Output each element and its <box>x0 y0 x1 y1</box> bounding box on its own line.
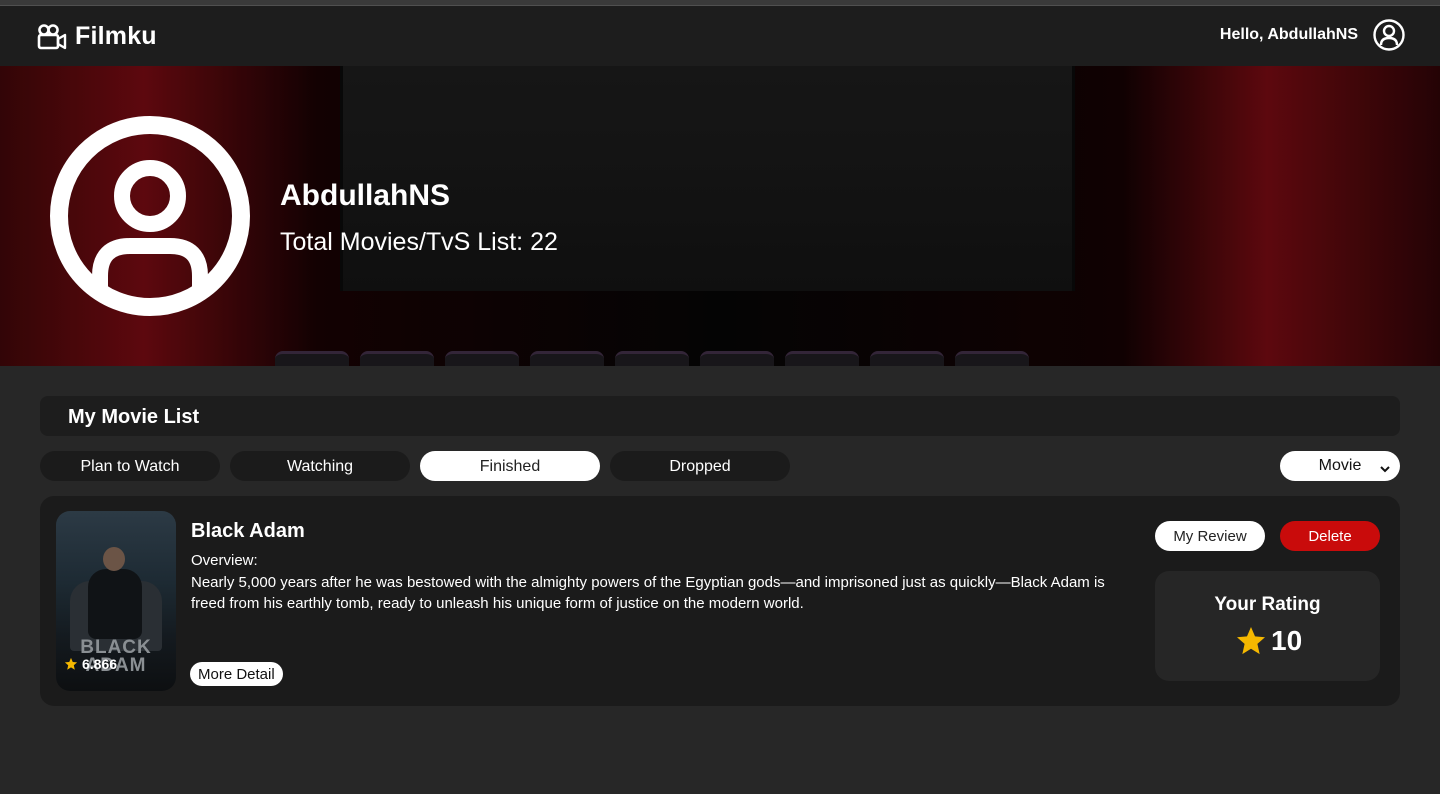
delete-button[interactable]: Delete <box>1280 521 1380 551</box>
overview-text: Nearly 5,000 years after he was bestowed… <box>191 574 1105 612</box>
tab-watching[interactable]: Watching <box>230 451 410 481</box>
star-icon <box>64 657 78 670</box>
my-review-button[interactable]: My Review <box>1155 521 1265 551</box>
movie-card: BLACK ADAM 6.866 Black Adam Overview: Ne… <box>40 496 1400 706</box>
star-icon <box>1237 627 1265 655</box>
greeting: Hello, AbdullahNS <box>1219 26 1358 43</box>
user-circle-icon[interactable] <box>1372 18 1406 52</box>
movie-poster[interactable]: BLACK ADAM 6.866 <box>56 511 176 691</box>
user-menu[interactable]: Hello, AbdullahNS <box>1220 18 1406 52</box>
movie-title: Black Adam <box>191 520 305 542</box>
brand[interactable]: Filmku <box>37 22 157 51</box>
profile-avatar-icon <box>50 116 250 316</box>
profile-total-count: Total Movies/TvS List: 22 <box>280 228 558 256</box>
tab-plan-to-watch[interactable]: Plan to Watch <box>40 451 220 481</box>
your-rating-value: 10 <box>1235 625 1302 657</box>
profile-username: AbdullahNS <box>280 179 450 212</box>
your-rating-number: 10 <box>1271 625 1303 656</box>
more-detail-button[interactable]: More Detail <box>190 662 283 686</box>
list-header: My Movie List <box>40 396 1400 436</box>
navbar: Filmku Hello, AbdullahNS <box>0 6 1440 66</box>
chevron-down-icon <box>1380 461 1390 473</box>
poster-rating-value: 6.866 <box>82 656 118 672</box>
list-title: My Movie List <box>68 406 200 428</box>
poster-rating: 6.866 <box>64 656 117 672</box>
media-type-select[interactable]: Movie <box>1280 451 1400 481</box>
brand-name: Filmku <box>75 22 157 50</box>
tab-dropped[interactable]: Dropped <box>610 451 790 481</box>
tab-finished[interactable]: Finished <box>420 451 600 481</box>
media-type-value: Movie <box>1318 457 1362 474</box>
your-rating-box: Your Rating 10 <box>1155 571 1380 681</box>
overview-label: Overview: <box>191 552 258 569</box>
video-camera-icon <box>37 23 67 51</box>
your-rating-label: Your Rating <box>1214 594 1321 615</box>
profile-banner: AbdullahNS Total Movies/TvS List: 22 <box>0 66 1440 366</box>
